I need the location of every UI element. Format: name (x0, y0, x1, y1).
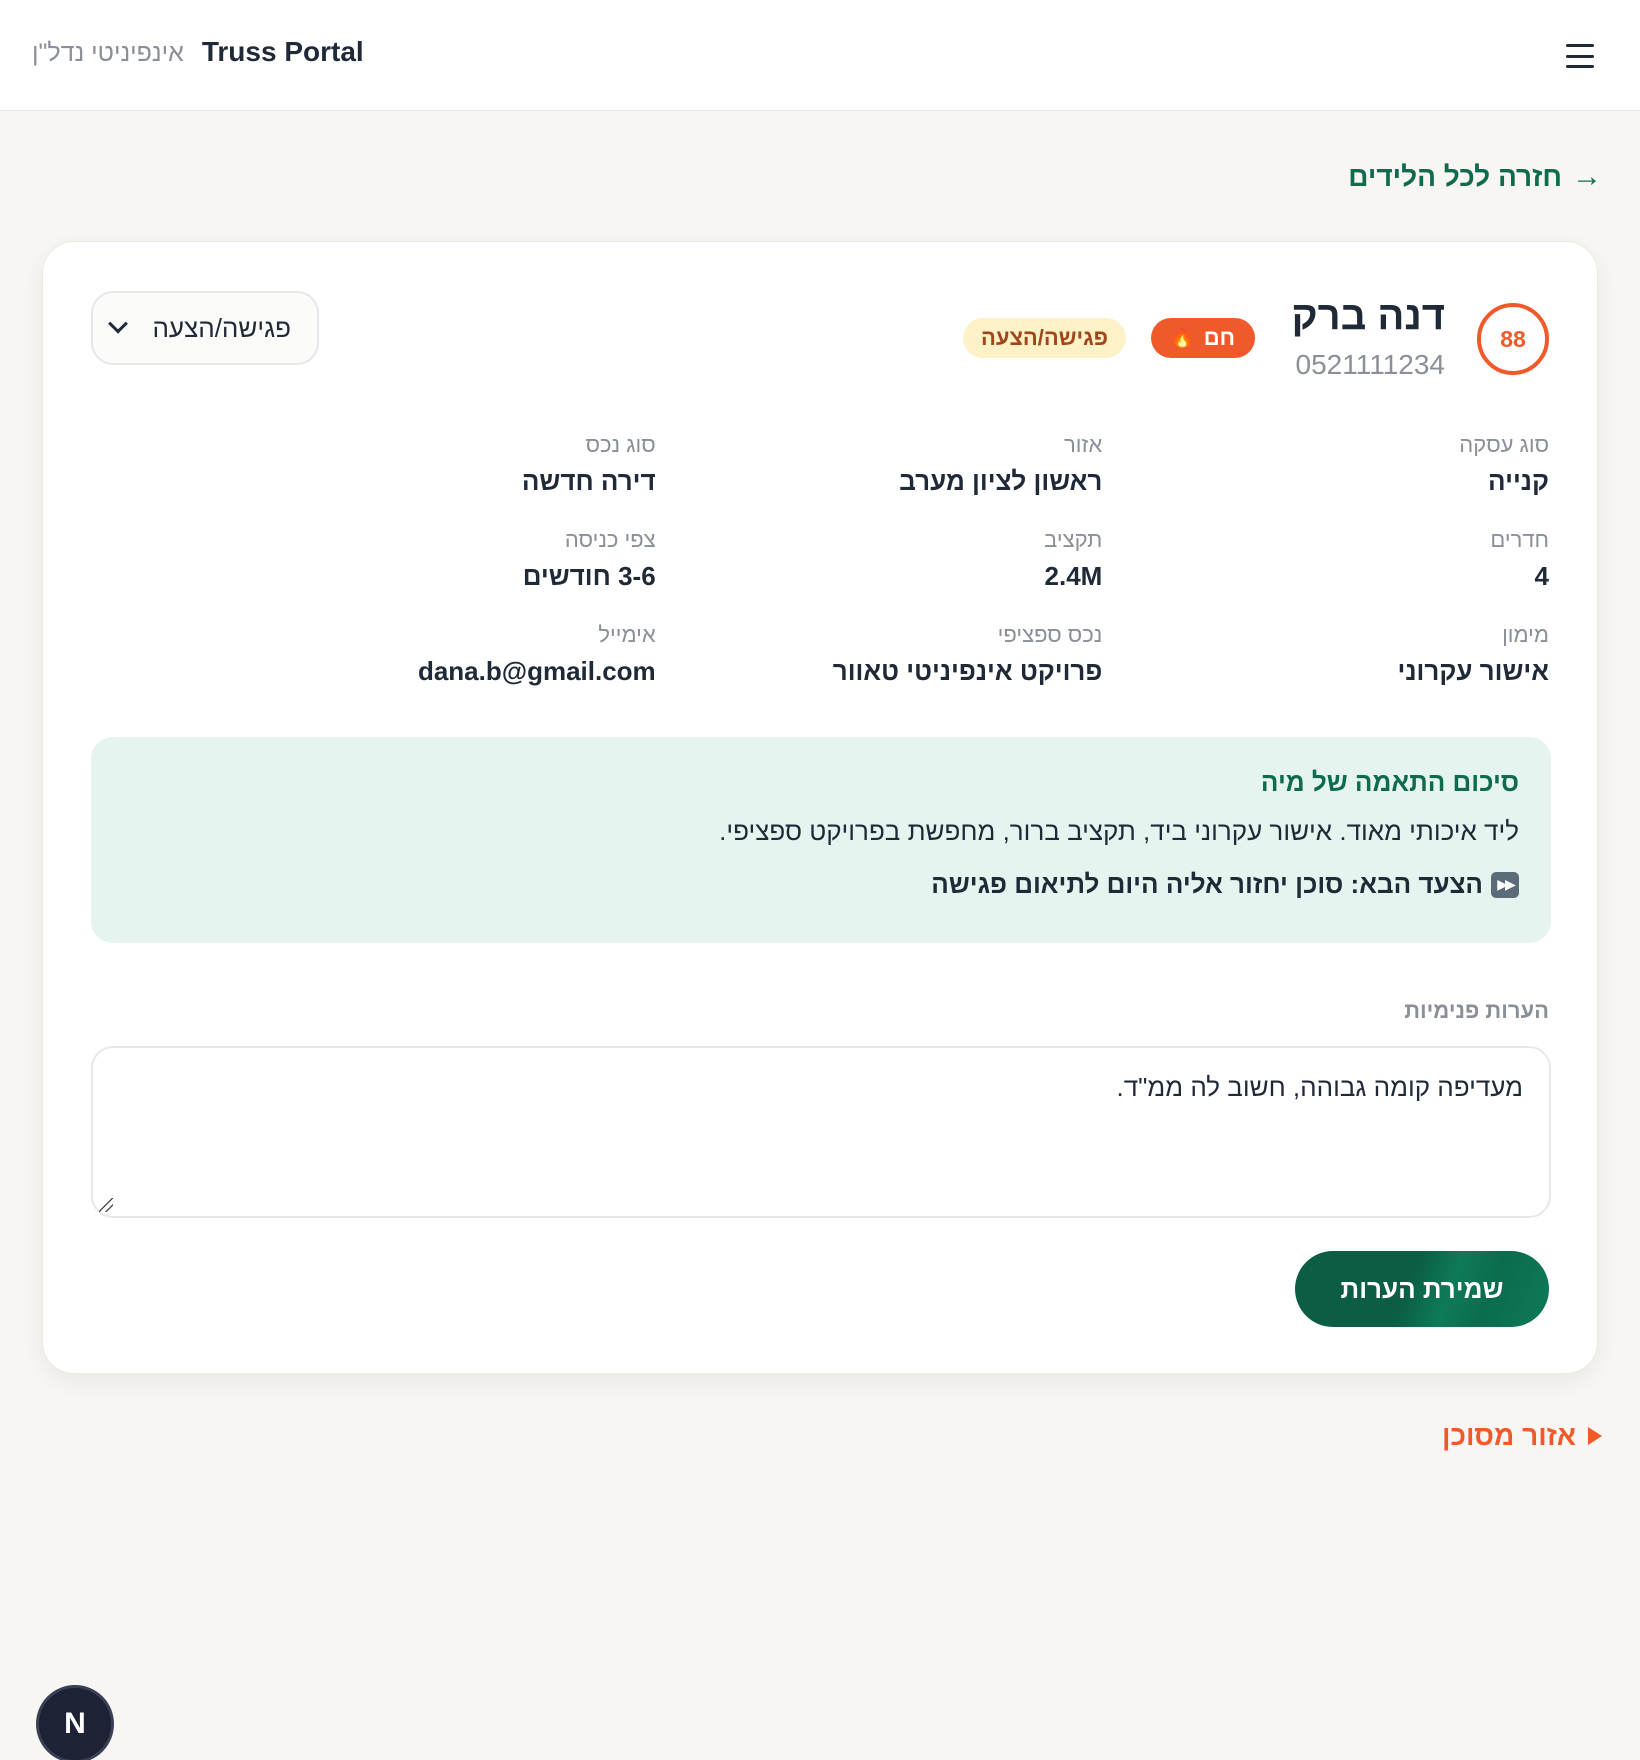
arrow-right-icon: → (1572, 160, 1602, 193)
field-value: dana.b@gmail.com (417, 656, 656, 686)
field-label: חדרים (1490, 527, 1549, 552)
field-property-type: סוג נכס דירה חדשה (249, 432, 656, 497)
field-specific-property: נכס ספציפי פרויקט אינפיניטי טאוור (696, 622, 1103, 687)
lead-details-grid: סוג עסקה קנייה אזור ראשון לציון מערב סוג… (249, 432, 1549, 687)
field-value: קנייה (1488, 466, 1549, 496)
field-move-in: צפי כניסה 3-6 חודשים (249, 527, 656, 592)
stage-select[interactable]: פגישה/הצעה (91, 291, 319, 365)
chevron-down-icon (108, 313, 128, 334)
field-rooms: חדרים 4 (1142, 527, 1549, 592)
field-value: 3-6 חודשים (522, 561, 656, 591)
temperature-badge: חם 🔥 (1151, 318, 1255, 358)
caret-left-icon (1588, 1427, 1602, 1445)
hamburger-icon[interactable] (1566, 44, 1594, 68)
field-financing: מימון אישור עקרוני (1142, 622, 1549, 687)
lead-phone: 0521111234 (1295, 349, 1446, 380)
field-value: 2.4M (1044, 561, 1103, 591)
stage-badge: פגישה/הצעה (963, 318, 1126, 358)
flame-icon: 🔥 (1171, 327, 1194, 348)
summary-text: ליד איכותי מאוד. אישור עקרוני ביד, תקציב… (719, 816, 1519, 846)
match-summary-box: סיכום התאמה של מיה ליד איכותי מאוד. אישו… (91, 737, 1551, 943)
save-notes-button[interactable]: שמירת הערות (1295, 1251, 1549, 1327)
field-label: צפי כניסה (564, 527, 656, 552)
notes-text: מעדיפה קומה גבוהה, חשוב לה ממ"ד. (1116, 1072, 1523, 1102)
stage-select-value: פגישה/הצעה (152, 312, 291, 343)
notes-textarea[interactable]: מעדיפה קומה גבוהה, חשוב לה ממ"ד. (91, 1046, 1551, 1218)
summary-title: סיכום התאמה של מיה (1260, 767, 1519, 797)
field-value: אישור עקרוני (1397, 656, 1549, 686)
next-step-text: הצעד הבא: סוכן יחזור אליה היום לתיאום פג… (931, 869, 1483, 899)
field-budget: תקציב 2.4M (696, 527, 1103, 592)
lead-name: דנה ברק (1291, 294, 1445, 338)
field-value: ראשון לציון מערב (899, 466, 1103, 496)
field-value: דירה חדשה (521, 466, 656, 496)
top-bar: אינפיניטי נדל"ן Truss Portal (0, 0, 1640, 111)
back-to-leads-link[interactable]: → חזרה לכל הלידים (1348, 160, 1602, 194)
field-value: 4 (1534, 561, 1549, 591)
field-label: אימייל (598, 622, 656, 647)
field-deal-type: סוג עסקה קנייה (1142, 432, 1549, 497)
resize-handle-icon[interactable] (99, 1198, 113, 1212)
lead-score: 88 (1477, 303, 1549, 375)
field-label: תקציב (1044, 527, 1103, 552)
summary-next-step: ▶▶ הצעד הבא: סוכן יחזור אליה היום לתיאום… (123, 869, 1519, 900)
temperature-label: חם (1203, 325, 1235, 350)
brand-subtitle: אינפיניטי נדל"ן (32, 39, 184, 67)
notes-label: הערות פנימיות (1404, 998, 1549, 1023)
brand-title: Truss Portal (201, 36, 364, 67)
field-label: אזור (1063, 432, 1103, 457)
back-to-leads-label: חזרה לכל הלידים (1348, 161, 1562, 192)
field-area: אזור ראשון לציון מערב (696, 432, 1103, 497)
agent-zone-label: אזור מסוכן (1442, 1420, 1576, 1451)
field-email: אימייל dana.b@gmail.com (249, 622, 656, 687)
field-label: נכס ספציפי (997, 622, 1103, 647)
floating-n-button[interactable]: N (36, 1685, 114, 1760)
fast-forward-icon: ▶▶ (1491, 871, 1519, 898)
field-label: מימון (1502, 622, 1549, 647)
field-label: סוג עסקה (1459, 432, 1549, 457)
field-label: סוג נכס (585, 432, 656, 457)
field-value: פרויקט אינפיניטי טאוור (832, 656, 1103, 686)
lead-card: 88 דנה ברק 0521111234 חם 🔥 פגישה/הצעה פג… (42, 241, 1598, 1374)
brand[interactable]: אינפיניטי נדל"ן Truss Portal (32, 36, 364, 68)
agent-zone-toggle[interactable]: אזור מסוכן (1442, 1420, 1602, 1452)
